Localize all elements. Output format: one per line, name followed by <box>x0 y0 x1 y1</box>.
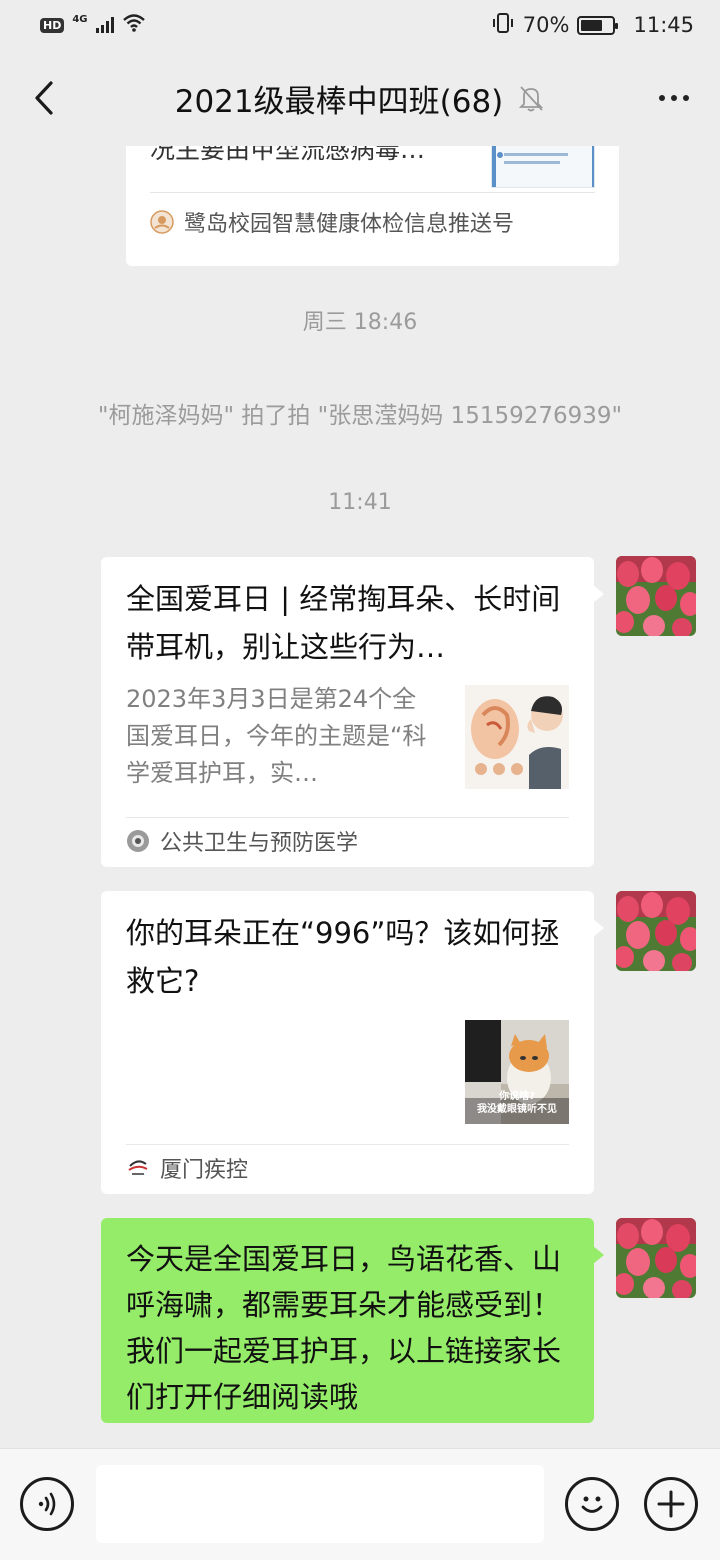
source-logo-icon <box>126 829 150 853</box>
wifi-icon <box>122 13 146 38</box>
clock: 11:45 <box>633 13 694 37</box>
divider <box>150 192 595 193</box>
network-type: 4G <box>72 13 88 25</box>
voice-button[interactable] <box>20 1477 74 1531</box>
source-logo-icon <box>126 1156 150 1180</box>
mute-bell-icon <box>519 86 544 112</box>
article-title: 全国爱耳日 | 经常掏耳朵、长时间带耳机，别让这些行为… <box>126 582 561 664</box>
thumbnail-caption: 我没戴眼镜听不见 <box>477 1104 557 1115</box>
battery-percent: 70% <box>522 13 570 37</box>
article-card-top-text: 况主要由甲型流感病毒… <box>150 146 470 170</box>
status-left: HD 4G <box>40 13 146 38</box>
divider <box>126 817 569 818</box>
article-card-top[interactable]: 况主要由甲型流感病毒… 鹭岛校园智慧健康体检信息推送号 <box>126 146 619 266</box>
article-source: 公共卫生与预防医学 <box>126 821 358 861</box>
text-message[interactable]: 今天是全国爱耳日，鸟语花香、山呼海啸，都需要耳朵才能感受到！我们一起爱耳护耳，以… <box>101 1218 604 1423</box>
article-card-top-thumbnail <box>491 146 595 188</box>
article-card-top-line: 况主要由甲型流感病毒… <box>150 146 426 164</box>
vibrate-icon <box>491 12 515 39</box>
avatar[interactable] <box>616 891 696 971</box>
voice-icon <box>38 1492 56 1516</box>
pat-notice: "柯施泽妈妈" 拍了拍 "张思滢妈妈 15159276939" <box>97 403 623 429</box>
emoji-icon <box>581 1496 603 1513</box>
message-input[interactable] <box>96 1465 544 1543</box>
avatar[interactable] <box>616 1218 696 1298</box>
back-icon <box>35 81 53 115</box>
thumbnail-caption: 你说啥? <box>499 1091 535 1102</box>
avatar[interactable] <box>616 556 696 636</box>
article-card-top-source: 鹭岛校园智慧健康体检信息推送号 <box>150 202 514 242</box>
timestamp: 周三 18:46 <box>302 310 418 335</box>
title-group: 2021级最棒中四班(68) <box>175 76 546 121</box>
article-title: 你的耳朵正在“996”吗？该如何拯救它? <box>126 916 560 998</box>
message-list[interactable]: 况主要由甲型流感病毒… 鹭岛校园智慧健康体检信息推送号 周三 18:46 "柯施… <box>0 146 720 1448</box>
more-icon <box>659 95 665 101</box>
article-description: 2023年3月3日是第24个全国爱耳日，今年的主题是“科学爱耳护耳，实… <box>126 685 427 787</box>
chat-header: 2021级最棒中四班(68) <box>0 50 720 146</box>
status-right: 70% 11:45 <box>491 12 694 39</box>
hd-icon: HD <box>40 17 65 33</box>
input-bar <box>0 1448 720 1560</box>
article-source: 厦门疾控 <box>126 1148 248 1188</box>
source-name: 厦门疾控 <box>160 1158 249 1183</box>
article-thumbnail <box>465 685 569 789</box>
status-bar: HD 4G 70% 11:45 <box>0 0 720 50</box>
article-card-996[interactable]: 你的耳朵正在“996”吗？该如何拯救它? 你说啥? 我没戴眼镜听不见 厦门疾控 <box>101 891 604 1194</box>
article-thumbnail: 你说啥? 我没戴眼镜听不见 <box>465 1020 569 1124</box>
emoji-button[interactable] <box>565 1477 619 1531</box>
source-name: 鹭岛校园智慧健康体检信息推送号 <box>184 212 515 237</box>
battery-icon <box>577 15 619 35</box>
timestamp: 11:41 <box>328 490 392 515</box>
source-name: 公共卫生与预防医学 <box>160 831 359 856</box>
article-card-ear-day[interactable]: 全国爱耳日 | 经常掏耳朵、长时间带耳机，别让这些行为… 2023年3月3日是第… <box>101 557 604 867</box>
plus-button[interactable] <box>644 1477 698 1531</box>
source-logo-icon <box>150 210 174 234</box>
divider <box>126 1144 569 1145</box>
signal-icon <box>95 17 114 33</box>
more-button[interactable] <box>652 78 696 118</box>
back-button[interactable] <box>24 76 64 120</box>
plus-icon <box>657 1490 685 1518</box>
chat-title: 2021级最棒中四班(68) <box>174 83 504 120</box>
